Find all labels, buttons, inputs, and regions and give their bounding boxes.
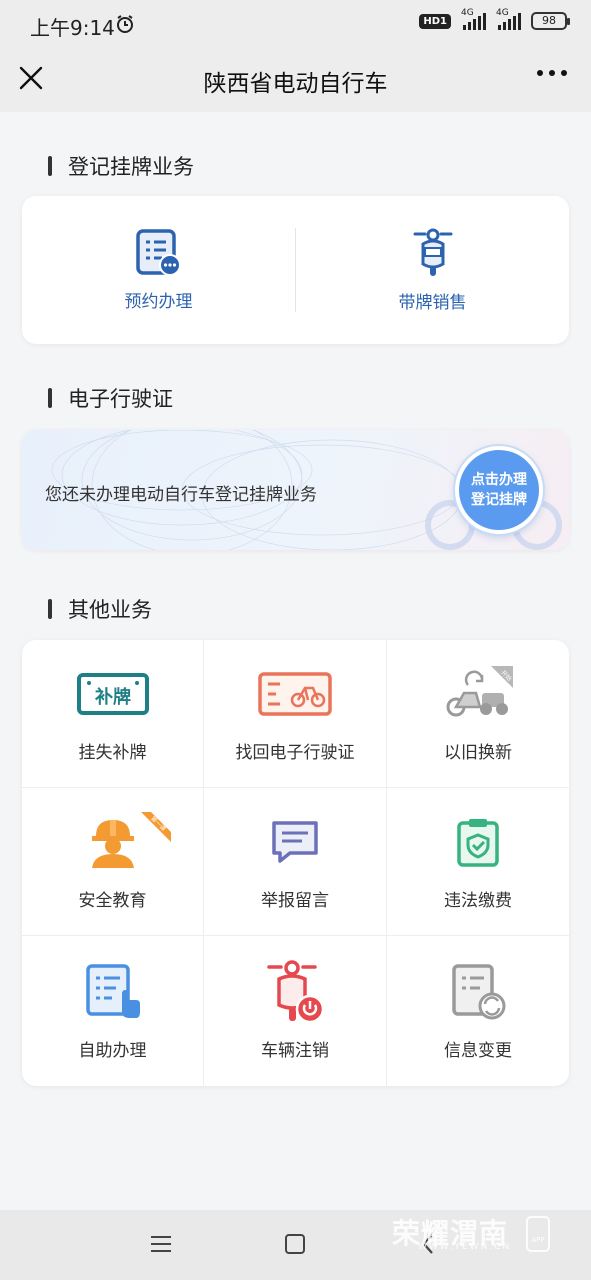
hd-badge: HD1 xyxy=(419,13,451,29)
service-trade-in[interactable]: 开始 以旧换新 xyxy=(387,640,569,788)
alarm-clock-icon xyxy=(117,15,133,33)
signal-icon-2: 4G xyxy=(496,8,521,30)
other-services-grid: 补牌 挂失补牌 找回电子行驶证 开始 以旧换新 第一课 安全教育 举报留言 违法… xyxy=(22,640,569,1086)
service-recover-license[interactable]: 找回电子行驶证 xyxy=(204,640,387,788)
register-plate-button[interactable]: 点击办理 登记挂牌 xyxy=(455,446,543,534)
safety-helmet-icon xyxy=(91,820,134,868)
appointment-button[interactable]: 预约办理 xyxy=(22,196,295,344)
appointment-label: 预约办理 xyxy=(124,291,193,312)
e-license-card: 您还未办理电动自行车登记挂牌业务 点击办理 登记挂牌 xyxy=(22,430,569,550)
corner-tag-icon: 开始 xyxy=(491,666,513,688)
registration-card: 预约办理 带牌销售 xyxy=(22,196,569,344)
service-self-service[interactable]: 自助办理 xyxy=(22,936,204,1086)
section-title-other: 其他业务 xyxy=(48,594,152,624)
message-icon xyxy=(272,821,318,863)
status-indicators: HD1 4G 4G 98 xyxy=(419,8,570,30)
nav-bar: 陕西省电动自行车 xyxy=(0,50,591,112)
sale-with-plate-label: 带牌销售 xyxy=(398,292,467,313)
service-violation-payment[interactable]: 违法缴费 xyxy=(387,788,569,936)
license-plate-icon: 补牌 xyxy=(76,673,149,715)
license-notice: 您还未办理电动自行车登记挂牌业务 xyxy=(45,485,317,505)
watermark-subtext: WWW.YEWN.CN xyxy=(418,1242,512,1252)
page-title: 陕西省电动自行车 xyxy=(203,71,388,97)
service-report-message[interactable]: 举报留言 xyxy=(204,788,387,936)
battery-icon: 98 xyxy=(531,12,570,30)
service-info-change[interactable]: 信息变更 xyxy=(387,936,569,1086)
scooter-power-icon xyxy=(267,959,325,1023)
appointment-doc-icon xyxy=(135,228,181,276)
watermark-app-icon: APP xyxy=(526,1216,550,1252)
clipboard-shield-icon xyxy=(457,819,499,867)
sale-with-plate-button[interactable]: 带牌销售 xyxy=(296,196,569,344)
service-safety-education[interactable]: 第一课 安全教育 xyxy=(22,788,204,936)
self-service-doc-icon xyxy=(85,963,140,1018)
service-replace-plate[interactable]: 补牌 挂失补牌 xyxy=(22,640,204,788)
e-license-card-icon xyxy=(258,672,332,716)
menu-icon[interactable] xyxy=(150,1234,172,1254)
section-title-license: 电子行驶证 xyxy=(48,383,173,413)
service-vehicle-deregister[interactable]: 车辆注销 xyxy=(204,936,387,1086)
home-icon[interactable] xyxy=(285,1234,305,1254)
status-time: 上午9:14 xyxy=(30,16,115,40)
corner-tag-icon: 第一课 xyxy=(141,812,171,842)
svg-text:补牌: 补牌 xyxy=(94,686,131,708)
scooter-with-plate-icon xyxy=(413,228,452,276)
more-options-icon[interactable] xyxy=(537,70,567,76)
doc-refresh-icon xyxy=(452,963,506,1019)
status-bar: 上午9:14 HD1 4G 4G 98 xyxy=(0,0,591,50)
section-title-registration: 登记挂牌业务 xyxy=(48,151,194,181)
signal-icon: 4G xyxy=(461,8,486,30)
